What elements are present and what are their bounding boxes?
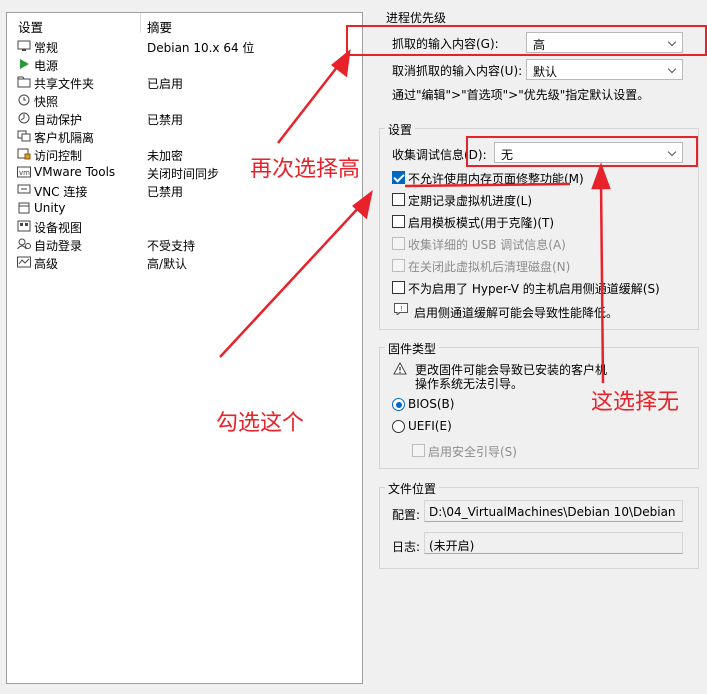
isolation-icon <box>17 130 31 142</box>
option-label: 不允许使用内存页面修整功能(M) <box>408 172 584 186</box>
device-list-panel: 设置 摘要 常规 Debian 10.x 64 位 电源 共享文件夹 已启用 快… <box>6 12 363 684</box>
device-summary: 已启用 <box>147 77 184 91</box>
device-name: 快照 <box>34 95 59 109</box>
device-row-shared-folders[interactable]: 共享文件夹 已启用 <box>7 73 362 91</box>
radio-label: BIOS(B) <box>408 397 455 411</box>
unity-icon <box>18 202 30 214</box>
device-summary: Debian 10.x 64 位 <box>147 41 255 55</box>
device-name: Unity <box>34 201 66 215</box>
power-play-icon <box>20 59 29 69</box>
device-name: 自动登录 <box>34 239 83 253</box>
device-summary: 高/默认 <box>147 257 188 271</box>
warning-line-2: 操作系统无法引导。 <box>415 377 524 391</box>
svg-text:vm: vm <box>19 169 30 177</box>
vnc-icon <box>17 184 31 194</box>
device-name: VMware Tools <box>34 165 116 179</box>
column-header-summary[interactable]: 摘要 <box>147 17 172 36</box>
device-name: 自动保护 <box>34 113 83 127</box>
device-row-device-view[interactable]: 设备视图 <box>7 217 362 235</box>
radio-button[interactable] <box>392 420 405 433</box>
log-path-field[interactable]: (未开启) <box>424 532 683 554</box>
device-row-unity[interactable]: Unity <box>7 199 362 217</box>
device-name: 设备视图 <box>34 221 83 235</box>
annotation-select-high: 再次选择高 <box>250 157 361 182</box>
option-label: 启用模板模式(用于克隆)(T) <box>408 216 555 230</box>
config-path-value: D:\04_VirtualMachines\Debian 10\Debian 1… <box>429 505 680 519</box>
annotation-box-grabbed <box>346 25 707 56</box>
info-text: 启用侧通道缓解可能会导致性能降低。 <box>414 306 619 320</box>
group-title: 文件位置 <box>385 480 440 497</box>
device-row-isolation[interactable]: 客户机隔离 <box>7 127 362 145</box>
device-row-autoprotect[interactable]: 自动保护 已禁用 <box>7 109 362 127</box>
device-name: VNC 连接 <box>34 185 88 199</box>
snapshot-icon <box>18 94 30 106</box>
checkbox <box>412 444 425 457</box>
option-label: 收集详细的 USB 调试信息(A) <box>408 238 566 252</box>
device-name: 高级 <box>34 257 59 271</box>
device-row-general[interactable]: 常规 Debian 10.x 64 位 <box>7 37 362 55</box>
option-label: 在关闭此虚拟机后清理磁盘(N) <box>408 260 571 274</box>
checkbox[interactable] <box>392 171 405 184</box>
checkbox <box>392 259 405 272</box>
device-row-autologin[interactable]: 自动登录 不受支持 <box>7 235 362 253</box>
device-name: 访问控制 <box>34 149 83 163</box>
device-summary: 未加密 <box>147 149 184 163</box>
column-header-setting[interactable]: 设置 <box>18 17 43 36</box>
annotation-check-this: 勾选这个 <box>216 411 305 436</box>
option-label: 不为启用了 Hyper-V 的主机启用侧通道缓解(S) <box>408 282 660 296</box>
device-row-snapshot[interactable]: 快照 <box>7 91 362 109</box>
device-summary: 已禁用 <box>147 113 184 127</box>
device-row-advanced[interactable]: 高级 高/默认 <box>7 253 362 271</box>
monitor-icon <box>17 40 31 51</box>
device-summary: 关闭时间同步 <box>147 167 220 181</box>
device-view-icon <box>17 220 31 232</box>
group-title: 设置 <box>385 121 416 138</box>
annotation-select-none: 这选择无 <box>591 390 680 415</box>
priority-hint: 通过"编辑">"首选项">"优先级"指定默认设置。 <box>392 88 650 102</box>
log-path-value: (未开启) <box>429 539 475 553</box>
access-control-icon <box>17 148 31 160</box>
log-label: 日志: <box>392 540 421 554</box>
device-summary: 不受支持 <box>147 239 196 253</box>
warning-icon <box>393 362 407 375</box>
selected-value: 默认 <box>533 65 558 79</box>
chevron-down-icon <box>667 64 677 74</box>
device-name: 共享文件夹 <box>34 77 95 91</box>
device-summary: 已禁用 <box>147 185 184 199</box>
config-path-field[interactable]: D:\04_VirtualMachines\Debian 10\Debian 1… <box>424 500 683 522</box>
group-title: 固件类型 <box>385 340 440 357</box>
device-name: 电源 <box>34 59 59 73</box>
autologin-icon <box>17 238 31 250</box>
advanced-icon <box>17 256 31 268</box>
device-row-power[interactable]: 电源 <box>7 55 362 73</box>
ungrabbed-input-select[interactable]: 默认 <box>526 59 683 80</box>
info-message-icon: ! <box>394 303 408 315</box>
checkbox[interactable] <box>392 215 405 228</box>
radio-button[interactable] <box>392 398 405 411</box>
option-label: 启用安全引导(S) <box>428 445 517 459</box>
device-row-vnc[interactable]: VNC 连接 已禁用 <box>7 181 362 199</box>
autoprotect-icon <box>18 112 30 124</box>
group-title: 进程优先级 <box>386 11 447 25</box>
device-name: 客户机隔离 <box>34 131 95 145</box>
device-name: 常规 <box>34 41 59 55</box>
folder-icon <box>17 76 31 88</box>
svg-text:!: ! <box>400 305 403 313</box>
config-label: 配置: <box>392 508 421 522</box>
checkbox[interactable] <box>392 193 405 206</box>
ungrabbed-input-label: 取消抓取的输入内容(U): <box>392 64 523 78</box>
radio-label: UEFI(E) <box>408 419 452 433</box>
vmware-tools-icon: vm <box>17 166 31 178</box>
checkbox[interactable] <box>392 281 405 294</box>
annotation-box-debug <box>466 136 698 167</box>
option-label: 定期记录虚拟机进度(L) <box>408 194 533 208</box>
checkbox <box>392 237 405 250</box>
column-divider <box>140 13 141 33</box>
